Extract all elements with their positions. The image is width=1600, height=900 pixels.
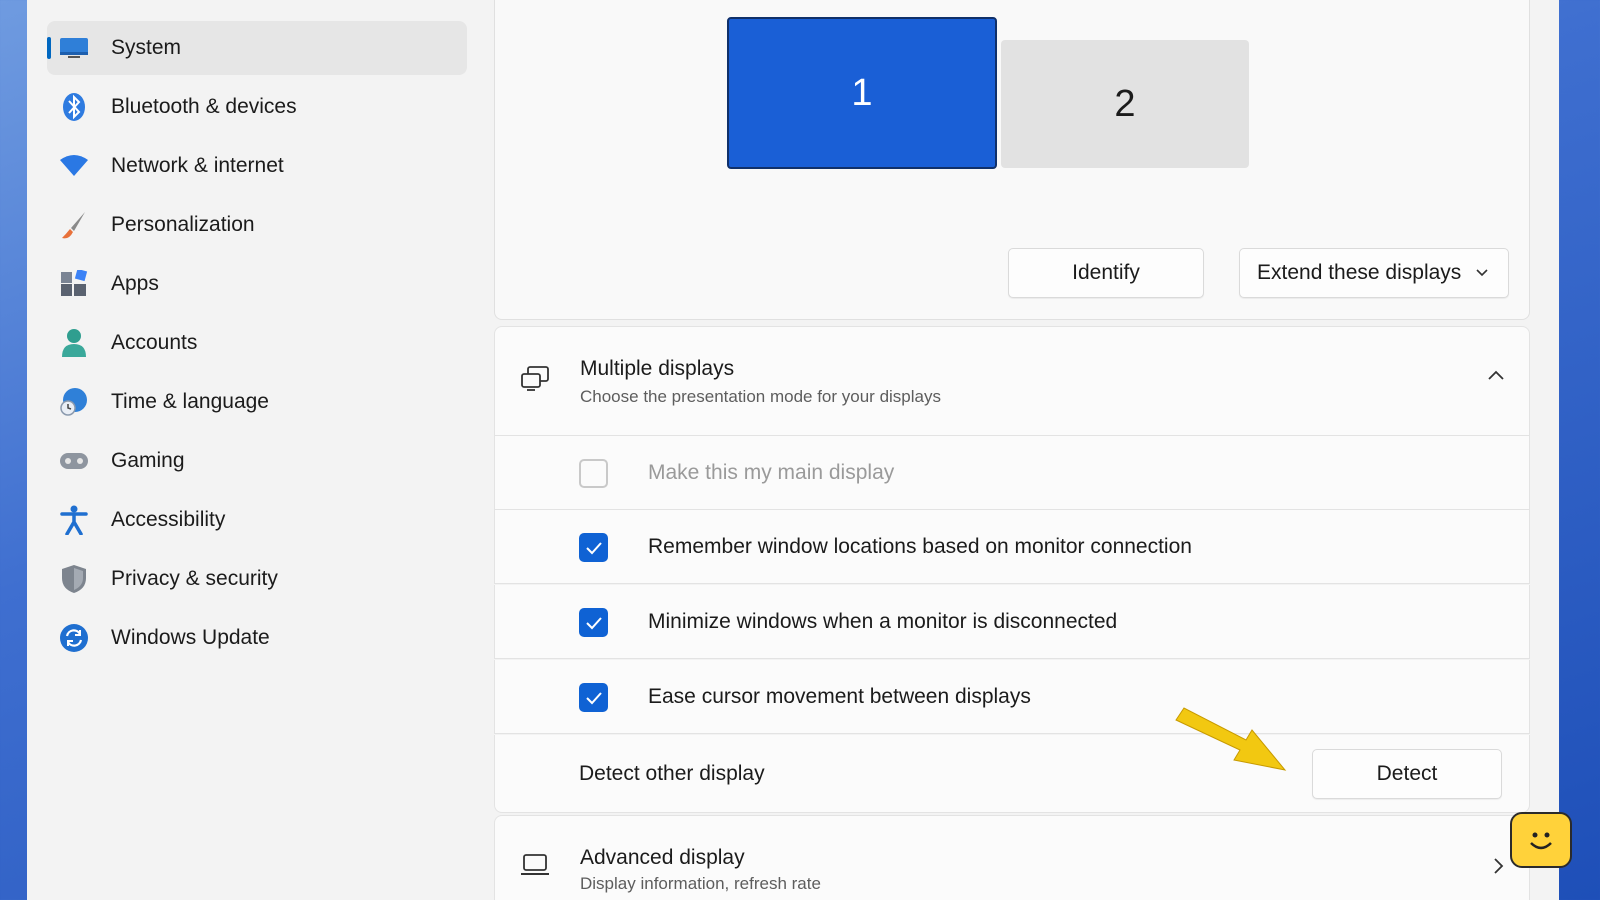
detect-display-row: Detect other display Detect	[494, 735, 1530, 813]
apps-icon	[59, 269, 89, 299]
sidebar-item-windows-update[interactable]: Windows Update	[47, 611, 467, 665]
sidebar-item-label: Time & language	[111, 390, 269, 413]
monitor-1-tile[interactable]: 1	[727, 17, 997, 169]
controller-icon	[59, 446, 89, 476]
sidebar-item-label: Personalization	[111, 213, 255, 236]
globe-clock-icon	[59, 387, 89, 417]
display-mode-dropdown[interactable]: Extend these displays	[1239, 248, 1509, 298]
section-title: Multiple displays	[580, 357, 735, 380]
chevron-down-icon	[1474, 262, 1490, 286]
option-row: Make this my main display	[494, 436, 1530, 510]
option-label: Remember window locations based on monit…	[648, 535, 1192, 558]
sidebar-nav: System Bluetooth & devices Network & int…	[27, 0, 467, 900]
assistant-smiley-icon[interactable]	[1510, 812, 1572, 868]
sidebar-item-label: Bluetooth & devices	[111, 95, 297, 118]
detect-button-label: Detect	[1376, 762, 1438, 785]
sidebar-item-bluetooth[interactable]: Bluetooth & devices	[47, 80, 467, 134]
remember-locations-checkbox[interactable]	[579, 533, 608, 562]
main-content: 1 2 Identify Extend these displays Multi…	[494, 0, 1530, 900]
identify-button-label: Identify	[1072, 261, 1140, 284]
sidebar-item-privacy-security[interactable]: Privacy & security	[47, 552, 467, 606]
sidebar-item-label: Accessibility	[111, 508, 226, 531]
option-label: Minimize windows when a monitor is disco…	[648, 610, 1118, 633]
section-title: Advanced display	[580, 846, 745, 869]
sidebar-item-label: Gaming	[111, 449, 185, 472]
laptop-icon	[519, 852, 551, 883]
bluetooth-icon	[59, 92, 89, 122]
section-subtitle: Display information, refresh rate	[580, 874, 821, 893]
multiple-displays-icon	[519, 365, 551, 398]
ease-cursor-checkbox[interactable]	[579, 683, 608, 712]
sidebar-item-system[interactable]: System	[47, 21, 467, 75]
wifi-icon	[59, 151, 89, 181]
sidebar-item-accessibility[interactable]: Accessibility	[47, 493, 467, 547]
sidebar-item-label: System	[111, 36, 182, 59]
multiple-displays-header[interactable]: Multiple displays Choose the presentatio…	[494, 326, 1530, 436]
shield-icon	[59, 564, 89, 594]
update-icon	[59, 623, 89, 653]
detect-button[interactable]: Detect	[1312, 749, 1502, 799]
sidebar-item-network[interactable]: Network & internet	[47, 139, 467, 193]
monitor-icon	[59, 33, 89, 63]
main-display-checkbox[interactable]	[579, 459, 608, 488]
sidebar-item-time-language[interactable]: Time & language	[47, 375, 467, 429]
sidebar-item-label: Accounts	[111, 331, 198, 354]
option-row: Ease cursor movement between displays	[494, 660, 1530, 734]
display-mode-value: Extend these displays	[1257, 261, 1462, 284]
sidebar-item-personalization[interactable]: Personalization	[47, 198, 467, 252]
section-subtitle: Choose the presentation mode for your di…	[580, 387, 941, 406]
annotation-arrow-icon	[1170, 700, 1290, 785]
sidebar-item-label: Windows Update	[111, 626, 270, 649]
option-row: Minimize windows when a monitor is disco…	[494, 585, 1530, 659]
detect-display-label: Detect other display	[579, 762, 765, 785]
accessibility-icon	[59, 505, 89, 535]
sidebar-item-gaming[interactable]: Gaming	[47, 434, 467, 488]
chevron-right-icon	[1491, 856, 1505, 881]
brush-icon	[59, 210, 89, 240]
sidebar-item-label: Privacy & security	[111, 567, 278, 590]
minimize-windows-checkbox[interactable]	[579, 608, 608, 637]
option-label: Ease cursor movement between displays	[648, 685, 1031, 708]
sidebar-item-label: Apps	[111, 272, 159, 295]
sidebar-item-apps[interactable]: Apps	[47, 257, 467, 311]
option-label: Make this my main display	[648, 461, 895, 484]
chevron-up-icon[interactable]	[1487, 369, 1505, 388]
sidebar-item-accounts[interactable]: Accounts	[47, 316, 467, 370]
identify-button[interactable]: Identify	[1008, 248, 1204, 298]
display-arrangement-panel: 1 2 Identify Extend these displays	[494, 0, 1530, 320]
advanced-display-row[interactable]: Advanced display Display information, re…	[494, 815, 1530, 900]
settings-window: System Bluetooth & devices Network & int…	[27, 0, 1559, 900]
person-icon	[59, 328, 89, 358]
monitor-2-tile[interactable]: 2	[1001, 40, 1249, 168]
sidebar-item-label: Network & internet	[111, 154, 284, 177]
option-row: Remember window locations based on monit…	[494, 510, 1530, 584]
